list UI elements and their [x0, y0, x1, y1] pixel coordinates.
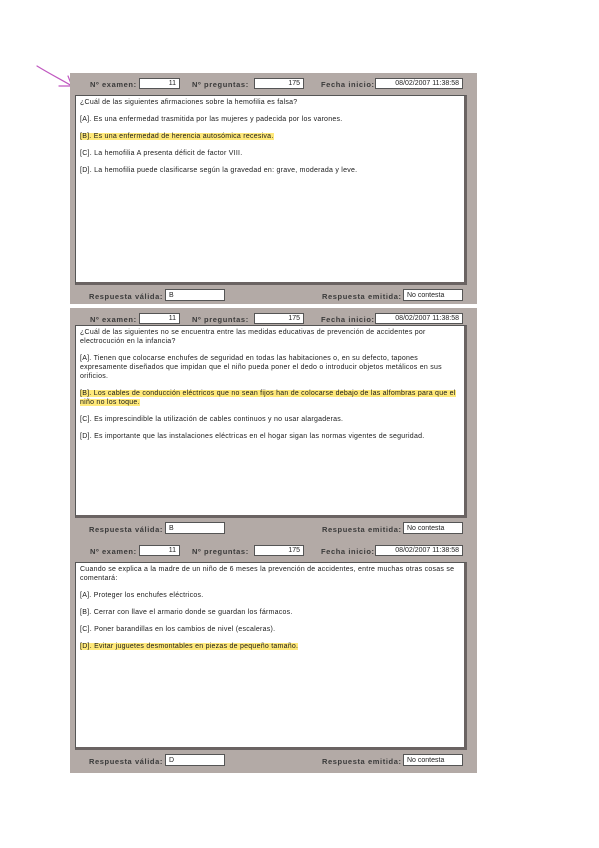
option-a: [A]. Tienen que colocarse enchufes de se… — [80, 355, 442, 380]
question-count-label: Nº preguntas: — [192, 80, 249, 89]
emitted-answer-label: Respuesta emitida: — [322, 757, 402, 766]
emitted-answer-field: No contesta — [403, 289, 463, 301]
exam-number-field: 11 — [139, 78, 180, 89]
exam-number-label: Nº examen: — [90, 315, 137, 324]
exam-header: Nº examen: 11 Nº preguntas: 175 Fecha in… — [70, 540, 477, 562]
valid-answer-label: Respuesta válida: — [89, 525, 163, 534]
valid-answer-field: B — [165, 289, 225, 301]
question-stem: ¿Cuál de las siguientes no se encuentra … — [80, 329, 426, 345]
question-count-field: 175 — [254, 545, 304, 556]
question-block-3: Nº examen: 11 Nº preguntas: 175 Fecha in… — [70, 540, 477, 773]
option-c: [C]. Poner barandillas en los cambios de… — [80, 626, 276, 633]
start-date-label: Fecha inicio: — [321, 547, 375, 556]
valid-answer-label: Respuesta válida: — [89, 757, 163, 766]
valid-answer-field: D — [165, 754, 225, 766]
exam-number-label: Nº examen: — [90, 547, 137, 556]
exam-number-label: Nº examen: — [90, 80, 137, 89]
emitted-answer-label: Respuesta emitida: — [322, 292, 402, 301]
option-d: [D]. La hemofilia puede clasificarse seg… — [80, 167, 358, 174]
emitted-answer-field: No contesta — [403, 754, 463, 766]
start-date-field: 08/02/2007 11:38:58 — [375, 78, 463, 89]
exam-header: Nº examen: 11 Nº preguntas: 175 Fecha in… — [70, 73, 477, 95]
emitted-answer-label: Respuesta emitida: — [322, 525, 402, 534]
exam-number-field: 11 — [139, 313, 180, 324]
start-date-label: Fecha inicio: — [321, 315, 375, 324]
answer-footer: Respuesta válida: B Respuesta emitida: N… — [70, 519, 477, 539]
question-count-label: Nº preguntas: — [192, 315, 249, 324]
question-count-field: 175 — [254, 313, 304, 324]
question-block-1: Nº examen: 11 Nº preguntas: 175 Fecha in… — [70, 73, 477, 304]
question-panel: ¿Cuál de las siguientes afirmaciones sob… — [75, 95, 467, 285]
question-stem: Cuando se explica a la madre de un niño … — [80, 566, 455, 582]
option-b-highlighted: [B]. Los cables de conducción eléctricos… — [80, 390, 456, 406]
answer-footer: Respuesta válida: D Respuesta emitida: N… — [70, 751, 477, 771]
option-c: [C]. Es imprescindible la utilización de… — [80, 416, 344, 423]
option-a: [A]. Proteger los enchufes eléctricos. — [80, 592, 204, 599]
start-date-field: 08/02/2007 11:38:58 — [375, 545, 463, 556]
question-stem: ¿Cuál de las siguientes afirmaciones sob… — [80, 99, 298, 106]
option-a: [A]. Es una enfermedad trasmitida por la… — [80, 116, 343, 123]
valid-answer-field: B — [165, 522, 225, 534]
question-panel: Cuando se explica a la madre de un niño … — [75, 562, 467, 750]
question-count-label: Nº preguntas: — [192, 547, 249, 556]
option-b: [B]. Cerrar con llave el armario donde s… — [80, 609, 293, 616]
option-d: [D]. Es importante que las instalaciones… — [80, 433, 425, 440]
start-date-label: Fecha inicio: — [321, 80, 375, 89]
start-date-field: 08/02/2007 11:38:58 — [375, 313, 463, 324]
option-c: [C]. La hemofilia A presenta déficit de … — [80, 150, 243, 157]
option-d-highlighted: [D]. Evitar juguetes desmontables en pie… — [80, 643, 299, 650]
question-panel: ¿Cuál de las siguientes no se encuentra … — [75, 325, 467, 518]
exam-number-field: 11 — [139, 545, 180, 556]
valid-answer-label: Respuesta válida: — [89, 292, 163, 301]
answer-footer: Respuesta válida: B Respuesta emitida: N… — [70, 286, 477, 306]
question-count-field: 175 — [254, 78, 304, 89]
option-b-highlighted: [B]. Es una enfermedad de herencia autos… — [80, 133, 274, 140]
emitted-answer-field: No contesta — [403, 522, 463, 534]
question-block-2: Nº examen: 11 Nº preguntas: 175 Fecha in… — [70, 308, 477, 540]
